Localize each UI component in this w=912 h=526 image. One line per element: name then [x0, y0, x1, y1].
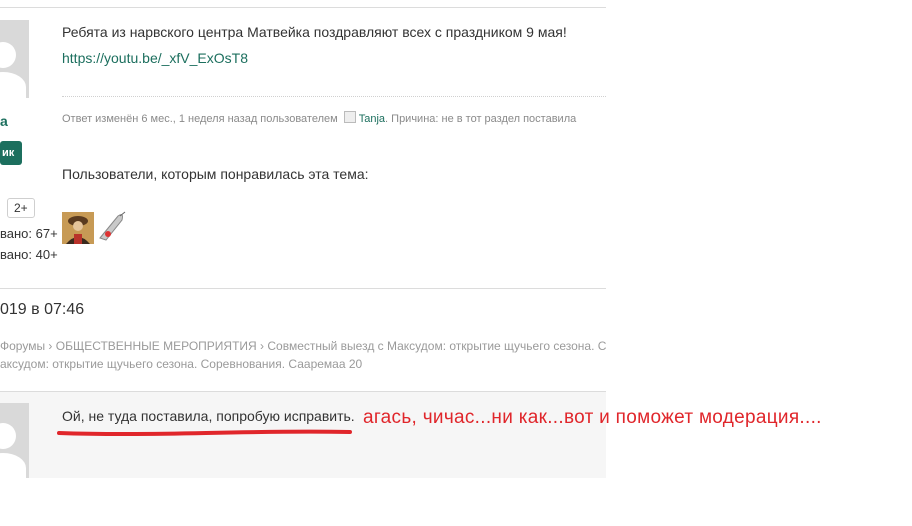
- author-stat-given: вано: 67+: [0, 226, 58, 241]
- annotation-underline: [57, 429, 352, 436]
- fishing-lure-icon: [96, 210, 128, 244]
- author-name[interactable]: a: [0, 113, 8, 129]
- edit-note-prefix: Ответ изменён 6 мес., 1 неделя назад пол…: [62, 113, 338, 125]
- reply-date: 019 в 07:46: [0, 301, 85, 318]
- editor-avatar-icon: [343, 111, 356, 123]
- post-text: Ребята из нарвского центра Матвейка позд…: [62, 24, 567, 40]
- author-rank-badge: ик: [0, 141, 23, 165]
- divider-post-end: [0, 288, 606, 289]
- author-stat-received: вано: 40+: [0, 247, 58, 262]
- edit-note-user[interactable]: Tanja: [359, 113, 385, 125]
- reply-breadcrumb-line2[interactable]: аксудом: открытие щучьего сезона. Соревн…: [0, 357, 362, 371]
- portrait-icon: [62, 212, 94, 244]
- edit-note: Ответ изменён 6 мес., 1 неделя назад пол…: [62, 111, 576, 125]
- liked-user-avatar-2[interactable]: [96, 210, 128, 244]
- reply-text: Ой, не туда поставила, попробую исправит…: [62, 408, 355, 424]
- reply-breadcrumb-line1[interactable]: Форумы › ОБЩЕСТВЕННЫЕ МЕРОПРИЯТИЯ › Совм…: [0, 339, 606, 353]
- post-video-link[interactable]: https://youtu.be/_xfV_ExOsT8: [62, 50, 248, 66]
- edit-note-reason: . Причина: не в тот раздел поставила: [385, 113, 577, 125]
- reply-avatar: [0, 403, 29, 478]
- annotation-text: агась, чичас...ни как...вот и поможет мо…: [363, 407, 822, 428]
- avatar: [0, 20, 29, 98]
- liked-user-avatar-1[interactable]: [62, 212, 94, 244]
- author-count-bubble: 2+: [7, 198, 35, 218]
- divider-top: [0, 7, 606, 8]
- likes-heading: Пользователи, которым понравилась эта те…: [62, 166, 369, 182]
- signature-divider: [62, 96, 606, 97]
